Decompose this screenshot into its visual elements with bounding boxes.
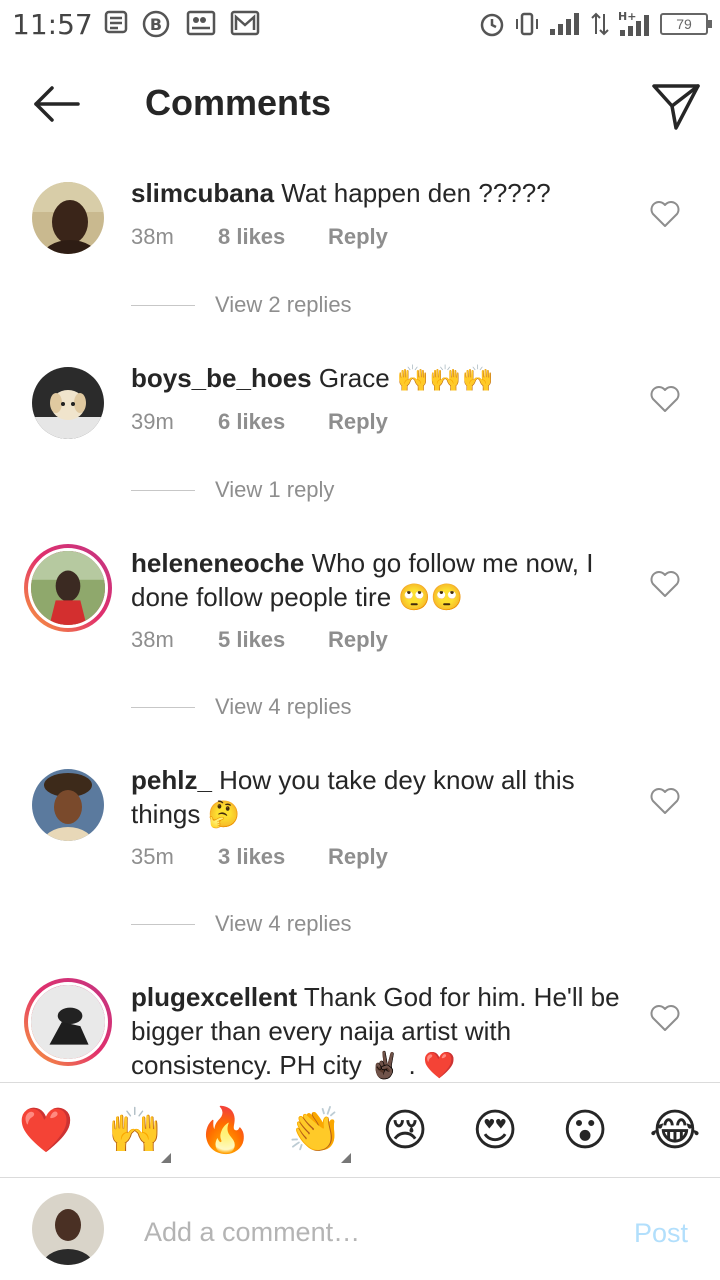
share-send-icon[interactable]: [648, 78, 704, 134]
comment-text: heleneneoche Who go follow me now, I don…: [131, 546, 631, 614]
post-button[interactable]: Post: [634, 1218, 688, 1249]
comment-text: slimcubana Wat happen den ?????: [131, 176, 631, 210]
comment-likes[interactable]: 3 likes: [218, 844, 328, 870]
avatar-image: [28, 548, 108, 628]
emoji-raising-hands-glyph: 🙌: [107, 1105, 163, 1156]
comment-body: Grace 🙌🙌🙌: [318, 363, 495, 393]
gallery-icon: [186, 10, 216, 36]
avatar[interactable]: [32, 367, 104, 439]
like-heart-icon[interactable]: [650, 1004, 680, 1032]
page-title: Comments: [145, 82, 332, 123]
comment-text: boys_be_hoes Grace 🙌🙌🙌: [131, 361, 631, 395]
comment-text: pehlz_ How you take dey know all this th…: [131, 763, 631, 831]
comment-time: 38m: [131, 224, 174, 249]
comments-list[interactable]: slimcubana Wat happen den ????? 38m 8 li…: [0, 150, 720, 1080]
reply-button[interactable]: Reply: [328, 844, 388, 870]
status-bar: 11:57 B H+ 79: [0, 0, 720, 50]
current-user-avatar: [32, 1193, 104, 1265]
comment-text: plugexcellent Thank God for him. He'll b…: [131, 980, 631, 1080]
hplus-signal-icon: H+: [618, 10, 649, 36]
like-heart-icon[interactable]: [650, 385, 680, 413]
comment-username[interactable]: pehlz_: [131, 765, 212, 795]
comment-meta: 35m 3 likes Reply: [131, 844, 388, 870]
view-replies-button[interactable]: View 2 replies: [131, 292, 352, 318]
signal-icon: [550, 13, 579, 35]
comment-time: 38m: [131, 627, 174, 652]
view-replies-button[interactable]: View 4 replies: [131, 911, 352, 937]
comment-likes[interactable]: 5 likes: [218, 627, 328, 653]
like-heart-icon[interactable]: [650, 787, 680, 815]
comment-meta: 39m 6 likes Reply: [131, 409, 388, 435]
status-time: 11:57: [12, 8, 93, 41]
svg-text:H+: H+: [618, 10, 636, 23]
skin-tone-corner-icon: [161, 1153, 171, 1163]
comment-composer: Post: [0, 1180, 720, 1280]
header: Comments: [0, 58, 720, 148]
comment-body: Wat happen den ?????: [281, 178, 551, 208]
avatar-image: [28, 982, 108, 1062]
reply-button[interactable]: Reply: [328, 409, 388, 435]
like-heart-icon[interactable]: [650, 570, 680, 598]
back-arrow-icon[interactable]: [28, 80, 84, 128]
emoji-crying-button[interactable]: 😢: [377, 1103, 433, 1159]
comment-input[interactable]: [144, 1212, 604, 1252]
view-replies-label: View 4 replies: [215, 694, 352, 719]
comment-username[interactable]: slimcubana: [131, 178, 274, 208]
emoji-heart-eyes-button[interactable]: 😍: [467, 1103, 523, 1159]
data-transfer-icon: [591, 12, 609, 36]
comment-likes[interactable]: 6 likes: [218, 409, 328, 435]
alarm-icon: [480, 13, 504, 37]
emoji-clapping-glyph: 👏: [287, 1105, 343, 1156]
divider-line: [131, 304, 195, 306]
bitcoin-icon: B: [142, 10, 170, 38]
vibrate-icon: [516, 12, 538, 36]
divider-line: [131, 923, 195, 925]
view-replies-button[interactable]: View 4 replies: [131, 694, 352, 720]
comment-username[interactable]: heleneneoche: [131, 548, 304, 578]
comment-username[interactable]: plugexcellent: [131, 982, 297, 1012]
comment-time: 39m: [131, 409, 174, 434]
notes-icon: [104, 10, 128, 34]
emoji-raising-hands-button[interactable]: 🙌: [107, 1103, 171, 1163]
svg-text:B: B: [150, 15, 162, 34]
comment-meta: 38m 5 likes Reply: [131, 627, 388, 653]
reply-button[interactable]: Reply: [328, 224, 388, 250]
emoji-laughing-button[interactable]: 😂: [647, 1103, 703, 1159]
view-replies-label: View 4 replies: [215, 911, 352, 936]
emoji-surprised-button[interactable]: 😮: [557, 1103, 613, 1159]
view-replies-button[interactable]: View 1 reply: [131, 477, 334, 503]
avatar-with-story-ring[interactable]: [24, 978, 112, 1066]
battery-indicator: 79: [660, 13, 712, 35]
avatar[interactable]: [32, 769, 104, 841]
view-replies-label: View 2 replies: [215, 292, 352, 317]
avatar[interactable]: [32, 182, 104, 254]
avatar-with-story-ring[interactable]: [24, 544, 112, 632]
emoji-quick-bar: ❤️ 🙌 🔥 👏 😢 😍 😮 😂: [0, 1082, 720, 1178]
status-indicators: H+ 79: [478, 8, 712, 40]
comment-likes[interactable]: 8 likes: [218, 224, 328, 250]
divider-line: [131, 706, 195, 708]
emoji-fire-button[interactable]: 🔥: [197, 1103, 253, 1159]
comment-meta: 38m 8 likes Reply: [131, 224, 388, 250]
emoji-clapping-button[interactable]: 👏: [287, 1103, 351, 1163]
comment-time: 35m: [131, 844, 174, 869]
skin-tone-corner-icon: [341, 1153, 351, 1163]
comment-username[interactable]: boys_be_hoes: [131, 363, 312, 393]
like-heart-icon[interactable]: [650, 200, 680, 228]
reply-button[interactable]: Reply: [328, 627, 388, 653]
emoji-heart-button[interactable]: ❤️: [18, 1103, 74, 1159]
gmail-icon: [230, 10, 260, 36]
divider-line: [131, 489, 195, 491]
view-replies-label: View 1 reply: [215, 477, 335, 502]
